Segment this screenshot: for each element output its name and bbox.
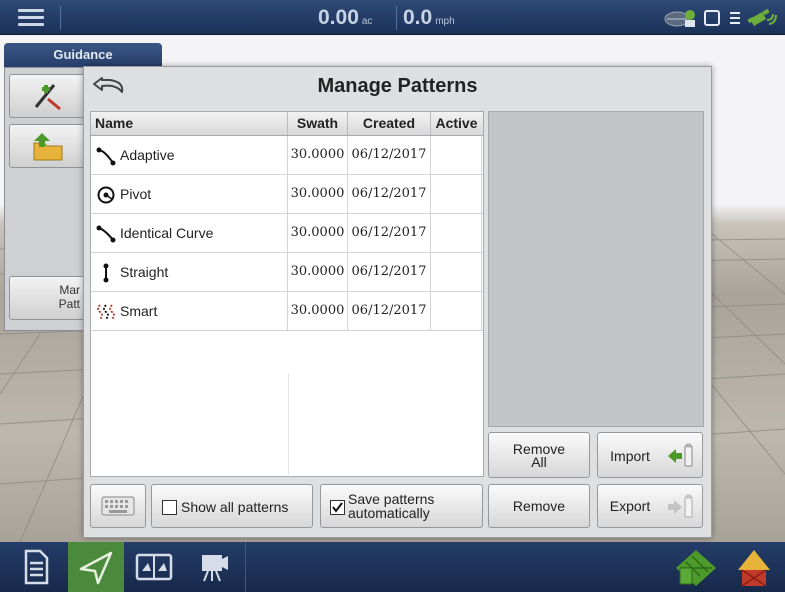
- bottom-nav-bar: [0, 542, 785, 592]
- camera-glyph: [202, 555, 228, 582]
- cell-name: Adaptive: [91, 136, 288, 174]
- show-all-label: Show all patterns: [181, 499, 289, 515]
- import-button[interactable]: Import: [597, 432, 703, 478]
- cell-swath: 30.0000: [288, 136, 348, 174]
- smart-icon: [97, 304, 115, 320]
- load-pattern-icon: [33, 133, 63, 161]
- display-status-icon[interactable]: [703, 8, 723, 28]
- save-patterns-checkbox[interactable]: [330, 500, 345, 515]
- show-all-patterns-toggle[interactable]: Show all patterns: [151, 484, 313, 528]
- cell-swath: 30.0000: [288, 214, 348, 252]
- column-divider: [288, 373, 289, 475]
- warning-icon[interactable]: [728, 542, 784, 592]
- area-readout[interactable]: 0.00 ac: [318, 6, 372, 30]
- speed-value: 0.0: [403, 6, 433, 29]
- import-label: Import: [610, 448, 650, 464]
- camera-icon[interactable]: [188, 542, 244, 592]
- pattern-name: Smart: [120, 303, 158, 319]
- document-glyph: [24, 549, 49, 585]
- cell-name: Smart: [91, 292, 288, 330]
- col-header-active[interactable]: Active: [431, 112, 482, 135]
- save-patterns-label: Save patterns: [348, 491, 435, 507]
- top-status-bar: 0.00 ac 0.0 mph: [0, 0, 785, 35]
- identical-curve-icon: [96, 225, 116, 243]
- pattern-name: Straight: [120, 264, 169, 280]
- straight-icon: [103, 263, 109, 283]
- adaptive-icon: [96, 147, 116, 166]
- remove-label: Remove: [512, 498, 566, 514]
- cell-name: Identical Curve: [91, 214, 288, 252]
- import-usb-icon: [668, 443, 693, 467]
- new-pattern-icon: [34, 84, 61, 111]
- patterns-table: Name Swath Created Active Adaptive 30.00…: [90, 111, 484, 477]
- field-status-icon[interactable]: [663, 7, 697, 29]
- pattern-name: Adaptive: [120, 147, 175, 163]
- export-usb-icon: [668, 494, 693, 518]
- menu-icon[interactable]: [6, 5, 56, 31]
- export-label: Export: [609, 498, 651, 514]
- speed-readout[interactable]: 0.0 mph: [403, 6, 455, 30]
- guidance-arrow-glyph: [79, 551, 113, 585]
- keyboard-icon: [101, 496, 135, 516]
- cell-created: 06/12/2017: [348, 253, 431, 291]
- cell-name: Straight: [91, 253, 288, 291]
- table-row[interactable]: Identical Curve 30.0000 06/12/2017: [91, 214, 483, 253]
- divider: [396, 6, 397, 30]
- split-view-glyph: [135, 553, 173, 581]
- cell-swath: 30.0000: [288, 292, 348, 330]
- cell-active: [431, 253, 482, 291]
- save-patterns-automatically-toggle[interactable]: Save patterns automatically: [320, 484, 483, 528]
- divider: [60, 6, 61, 30]
- table-row[interactable]: Pivot 30.0000 06/12/2017: [91, 175, 483, 214]
- cell-active: [431, 136, 482, 174]
- divider: [245, 542, 246, 592]
- show-all-checkbox[interactable]: [162, 500, 177, 515]
- field-map-icon[interactable]: [670, 542, 726, 592]
- cell-created: 06/12/2017: [348, 136, 431, 174]
- col-header-swath[interactable]: Swath: [288, 112, 348, 135]
- manage-patterns-dialog: Manage Patterns Name Swath Created Activ…: [83, 66, 712, 538]
- split-view-icon[interactable]: [128, 542, 184, 592]
- table-row[interactable]: Straight 30.0000 06/12/2017: [91, 253, 483, 292]
- table-row[interactable]: Adaptive 30.0000 06/12/2017: [91, 136, 483, 175]
- col-header-name[interactable]: Name: [91, 112, 288, 135]
- guidance-tab[interactable]: Guidance: [4, 43, 162, 67]
- pivot-icon: [97, 186, 115, 204]
- cell-swath: 30.0000: [288, 253, 348, 291]
- dialog-title: Manage Patterns: [317, 75, 478, 97]
- remove-all-label-2: All: [531, 454, 547, 470]
- guidance-arrow-icon[interactable]: [68, 542, 124, 592]
- speed-unit: mph: [435, 16, 455, 27]
- field-map-glyph: [676, 550, 716, 586]
- cell-name: Pivot: [91, 175, 288, 213]
- cell-active: [431, 214, 482, 252]
- remove-button[interactable]: Remove: [488, 484, 590, 528]
- cell-swath: 30.0000: [288, 175, 348, 213]
- status-icons: [663, 6, 777, 30]
- save-patterns-label-2: automatically: [348, 505, 430, 521]
- pattern-name: Identical Curve: [120, 225, 214, 241]
- menu-dots-icon[interactable]: [729, 8, 741, 28]
- table-header: Name Swath Created Active: [91, 112, 483, 136]
- export-button[interactable]: Export: [597, 484, 703, 528]
- checkmark-icon: [332, 502, 343, 513]
- pattern-name: Pivot: [120, 186, 152, 202]
- remove-all-button[interactable]: Remove All: [488, 432, 590, 478]
- table-row[interactable]: Smart 30.0000 06/12/2017: [91, 292, 483, 331]
- warning-glyph: [738, 550, 770, 587]
- col-header-created[interactable]: Created: [348, 112, 431, 135]
- keyboard-button[interactable]: [90, 484, 146, 528]
- area-value: 0.00: [318, 6, 359, 29]
- cell-created: 06/12/2017: [348, 214, 431, 252]
- pattern-preview: [488, 111, 704, 427]
- document-icon[interactable]: [8, 542, 64, 592]
- cell-active: [431, 175, 482, 213]
- gps-status-icon[interactable]: [747, 6, 777, 30]
- cell-created: 06/12/2017: [348, 175, 431, 213]
- cell-created: 06/12/2017: [348, 292, 431, 330]
- area-unit: ac: [361, 16, 373, 27]
- cell-active: [431, 292, 482, 330]
